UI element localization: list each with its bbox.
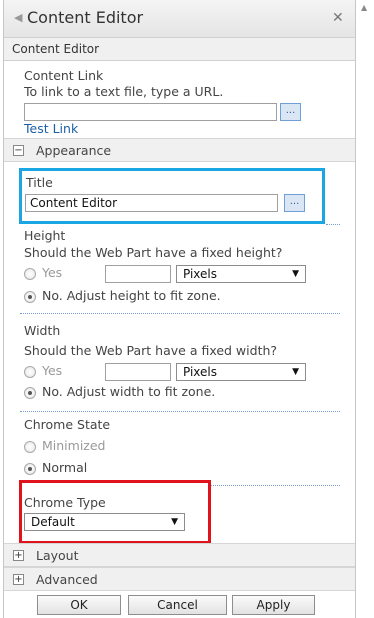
- chrome-state-minimized-radio[interactable]: [24, 441, 36, 453]
- apply-button[interactable]: Apply: [232, 595, 315, 615]
- triangle-left-icon[interactable]: ◀: [14, 11, 22, 24]
- width-yes-label: Yes: [42, 363, 63, 378]
- height-label: Height: [24, 228, 66, 243]
- content-link-input[interactable]: [24, 103, 277, 121]
- scrollbar[interactable]: ▲: [357, 0, 374, 618]
- chrome-state-normal-label: Normal: [42, 460, 88, 475]
- dropdown-arrow-icon: ▼: [292, 269, 299, 279]
- height-unit-select[interactable]: Pixels ▼: [176, 265, 306, 283]
- test-link[interactable]: Test Link: [24, 121, 78, 136]
- cancel-button[interactable]: Cancel: [128, 595, 227, 615]
- appearance-section-header[interactable]: − Appearance: [4, 138, 355, 162]
- width-no-label: No. Adjust width to fit zone.: [42, 384, 216, 399]
- expand-icon[interactable]: +: [13, 574, 24, 585]
- content-link-label: Content Link: [24, 68, 104, 83]
- divider: [20, 411, 340, 412]
- height-no-radio[interactable]: [24, 291, 36, 303]
- content-link-hint: To link to a text file, type a URL.: [24, 84, 224, 99]
- height-yes-label: Yes: [42, 265, 63, 280]
- tool-pane-header: ◀ Content Editor ✕: [4, 0, 355, 38]
- chrome-state-label: Chrome State: [24, 417, 111, 432]
- chrome-state-minimized-label: Minimized: [42, 438, 106, 453]
- chrome-type-highlight-box: [19, 480, 211, 544]
- height-unit-value: Pixels: [183, 267, 218, 281]
- scroll-up-icon[interactable]: ▲: [361, 3, 367, 12]
- chrome-state-normal-radio[interactable]: [24, 463, 36, 475]
- layout-section-header[interactable]: + Layout: [4, 543, 355, 567]
- divider: [211, 485, 340, 486]
- layout-section-title: Layout: [36, 548, 79, 563]
- divider: [326, 224, 340, 225]
- width-label: Width: [24, 323, 61, 338]
- divider: [20, 313, 340, 314]
- height-question: Should the Web Part have a fixed height?: [24, 245, 283, 260]
- width-question: Should the Web Part have a fixed width?: [24, 343, 278, 358]
- height-value-input[interactable]: [105, 265, 171, 283]
- expand-icon[interactable]: +: [13, 550, 24, 561]
- content-link-browse-button[interactable]: ...: [280, 103, 301, 121]
- appearance-section-title: Appearance: [36, 143, 112, 158]
- title-highlight-box: [19, 168, 325, 224]
- web-part-name-header: Content Editor: [4, 38, 355, 61]
- collapse-icon[interactable]: −: [13, 145, 24, 156]
- ok-button[interactable]: OK: [37, 595, 121, 615]
- advanced-section-header[interactable]: + Advanced: [4, 567, 355, 591]
- width-no-radio[interactable]: [24, 387, 36, 399]
- dropdown-arrow-icon: ▼: [292, 367, 299, 377]
- advanced-section-title: Advanced: [36, 572, 98, 587]
- tool-pane-title: Content Editor: [27, 8, 144, 27]
- width-value-input[interactable]: [105, 363, 171, 381]
- width-unit-select[interactable]: Pixels ▼: [176, 363, 306, 381]
- width-yes-radio[interactable]: [24, 366, 36, 378]
- web-part-tool-pane: ◀ Content Editor ✕ Content Editor Conten…: [3, 0, 356, 618]
- close-icon[interactable]: ✕: [332, 10, 344, 26]
- width-unit-value: Pixels: [183, 365, 218, 379]
- height-yes-radio[interactable]: [24, 268, 36, 280]
- height-no-label: No. Adjust height to fit zone.: [42, 288, 221, 303]
